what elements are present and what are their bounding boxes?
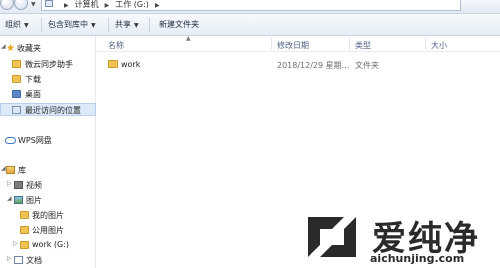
computer-icon [45,0,53,7]
library-icon [6,166,15,174]
chevron-down-icon: ▼ [134,22,139,29]
sidebar-item-pictures[interactable]: ◢ 图片 [0,194,96,207]
folder-icon [108,60,118,68]
breadcrumb-drive[interactable]: 工作 (G:) [115,0,149,9]
forward-button[interactable] [14,0,28,10]
breadcrumb: ▶ 计算机 ▶ 工作 (G:) ▶ [58,0,166,10]
watermark-logo-icon [308,217,356,257]
new-folder-button[interactable]: 新建文件夹 [159,19,199,30]
file-row[interactable]: work 2018/12/29 星期... 文件夹 [100,58,460,72]
star-icon: ★ [6,43,15,54]
folder-icon [20,241,29,249]
column-header-row: ▲ 名称 修改日期 类型 大小 [97,35,500,52]
sidebar-item-label: 最近访问的位置 [25,106,81,115]
sidebar-item-label: WPS网盘 [18,136,52,145]
file-type: 文件夹 [355,61,379,70]
sidebar-item-wps-cloud[interactable]: WPS网盘 [0,134,96,147]
sort-indicator-icon: ▲ [186,35,191,42]
watermark-url: aichunjing.com [370,252,465,265]
watermark: 爱纯净 aichunjing.com [300,207,500,268]
sidebar-item-work-drive[interactable]: ▷ work (G:) [0,239,96,252]
collapse-arrow-icon[interactable]: ◢ [1,43,6,50]
column-modified[interactable]: 修改日期 [277,40,309,51]
breadcrumb-computer[interactable]: 计算机 [75,0,99,9]
back-button[interactable] [0,0,14,10]
include-in-library-label: 包含到库中 [48,20,88,29]
column-name[interactable]: 名称 [108,40,124,51]
sidebar-item-weiyun[interactable]: 微云同步助手 [0,58,96,71]
sidebar-item-label: 收藏夹 [17,44,41,53]
column-divider[interactable] [349,38,350,50]
sidebar-item-label: 微云同步助手 [25,60,73,69]
organize-label: 组织 [5,20,21,29]
sidebar-item-label: work (G:) [32,240,70,249]
sidebar-item-label: 公用图片 [32,226,64,235]
sidebar-item-label: 下载 [25,75,41,84]
sidebar-item-libraries[interactable]: ◢ 库 [0,164,96,177]
sidebar-item-recent-places[interactable]: 最近访问的位置 [0,103,96,116]
sidebar-item-favorites[interactable]: ◢ ★ 收藏夹 [0,42,96,55]
chevron-down-icon: ▼ [24,22,29,29]
breadcrumb-separator-icon[interactable]: ▶ [155,2,160,9]
recent-pages-dropdown-icon[interactable]: ▼ [31,1,36,8]
breadcrumb-separator-icon[interactable]: ▶ [64,2,69,9]
expand-arrow-icon[interactable]: ▷ [13,240,18,247]
command-toolbar: 组织 ▼ 包含到库中 ▼ 共享 ▼ 新建文件夹 [0,14,500,36]
include-in-library-button[interactable]: 包含到库中 ▼ [48,19,96,30]
toolbar-divider [41,18,42,32]
picture-library-icon [14,196,23,204]
sidebar-item-label: 视频 [26,181,42,190]
share-label: 共享 [115,20,131,29]
documents-icon [14,256,23,264]
collapse-arrow-icon[interactable]: ◢ [1,165,6,172]
sidebar-item-label: 图片 [26,196,42,205]
toolbar-divider [108,18,109,32]
sidebar-item-videos[interactable]: ▷ 视频 [0,179,96,192]
sidebar-item-documents[interactable]: ▷ 文档 [0,254,96,267]
organize-button[interactable]: 组织 ▼ [5,19,29,30]
sidebar-item-downloads[interactable]: 下载 [0,73,96,86]
sidebar-item-desktop[interactable]: 桌面 [0,88,96,101]
sidebar-item-label: 我的图片 [32,211,64,220]
share-button[interactable]: 共享 ▼ [115,19,139,30]
expand-arrow-icon[interactable]: ▷ [7,255,12,262]
expand-arrow-icon[interactable]: ▷ [7,180,12,187]
sidebar-item-public-pictures[interactable]: 公用图片 [0,224,96,237]
column-divider[interactable] [271,38,272,50]
video-library-icon [14,181,23,189]
sidebar-item-my-pictures[interactable]: 我的图片 [0,209,96,222]
file-modified-date: 2018/12/29 星期... [277,61,350,70]
sidebar-item-label: 文档 [26,256,42,265]
new-folder-label: 新建文件夹 [159,20,199,29]
desktop-icon [12,90,21,98]
column-size[interactable]: 大小 [431,40,447,51]
sidebar-item-label: 库 [18,166,26,175]
navigation-pane: ◢ ★ 收藏夹 微云同步助手 下载 桌面 最近访问的位置 WPS网盘 ◢ 库 ▷… [0,36,96,268]
address-bar: ▼ ▶ 计算机 ▶ 工作 (G:) ▶ [0,0,500,14]
cloud-icon [5,137,16,144]
sidebar-item-label: 桌面 [25,90,41,99]
toolbar-divider [149,18,150,32]
folder-icon [20,211,29,219]
column-divider[interactable] [425,38,426,50]
recent-places-icon [12,106,21,114]
download-folder-icon [12,75,21,83]
breadcrumb-separator-icon[interactable]: ▶ [105,2,110,9]
chevron-down-icon: ▼ [91,22,96,29]
address-field[interactable]: ▶ 计算机 ▶ 工作 (G:) ▶ [41,0,461,11]
folder-icon [12,60,21,68]
folder-icon [20,226,29,234]
collapse-arrow-icon[interactable]: ◢ [7,195,12,202]
column-type[interactable]: 类型 [355,40,371,51]
file-name: work [121,60,141,69]
